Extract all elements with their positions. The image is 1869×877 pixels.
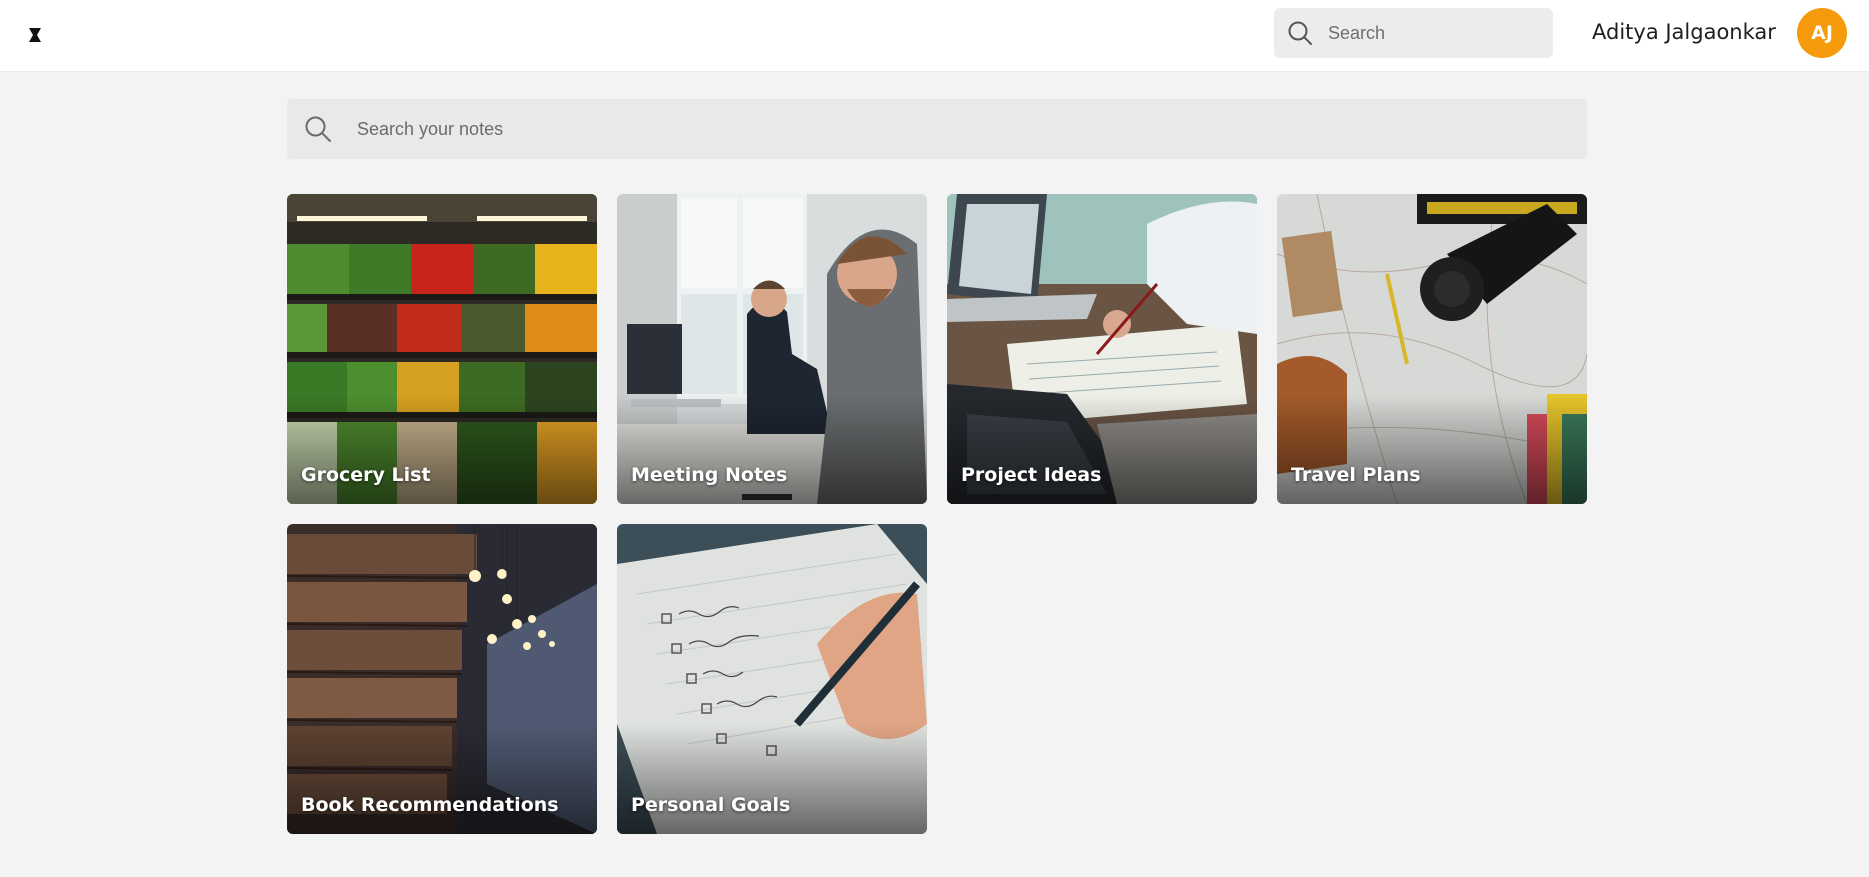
- note-title: Book Recommendations: [301, 794, 559, 816]
- note-card-book-recommendations[interactable]: Book Recommendations: [287, 524, 597, 834]
- note-card-project-ideas[interactable]: Project Ideas: [947, 194, 1257, 504]
- note-card-grocery-list[interactable]: Grocery List: [287, 194, 597, 504]
- title-gradient: [617, 724, 927, 834]
- app-logo-icon[interactable]: [27, 27, 43, 43]
- user-name[interactable]: Aditya Jalgaonkar: [1592, 20, 1776, 44]
- top-bar: Aditya Jalgaonkar AJ: [0, 0, 1869, 72]
- note-title: Grocery List: [301, 464, 431, 486]
- note-card-personal-goals[interactable]: Personal Goals: [617, 524, 927, 834]
- note-title: Project Ideas: [961, 464, 1102, 486]
- search-icon: [305, 116, 331, 142]
- title-gradient: [287, 724, 597, 834]
- note-title: Meeting Notes: [631, 464, 788, 486]
- note-card-meeting-notes[interactable]: Meeting Notes: [617, 194, 927, 504]
- global-search-input[interactable]: [1328, 22, 1528, 44]
- avatar[interactable]: AJ: [1797, 8, 1847, 58]
- note-card-travel-plans[interactable]: Travel Plans: [1277, 194, 1587, 504]
- title-gradient: [287, 394, 597, 504]
- search-icon: [1288, 21, 1312, 45]
- note-title: Personal Goals: [631, 794, 791, 816]
- note-title: Travel Plans: [1291, 464, 1421, 486]
- title-gradient: [617, 394, 927, 504]
- title-gradient: [1277, 394, 1587, 504]
- global-search-box[interactable]: [1274, 8, 1553, 58]
- title-gradient: [947, 394, 1257, 504]
- notes-search-box[interactable]: [287, 99, 1587, 159]
- notes-search-input[interactable]: [357, 118, 1457, 140]
